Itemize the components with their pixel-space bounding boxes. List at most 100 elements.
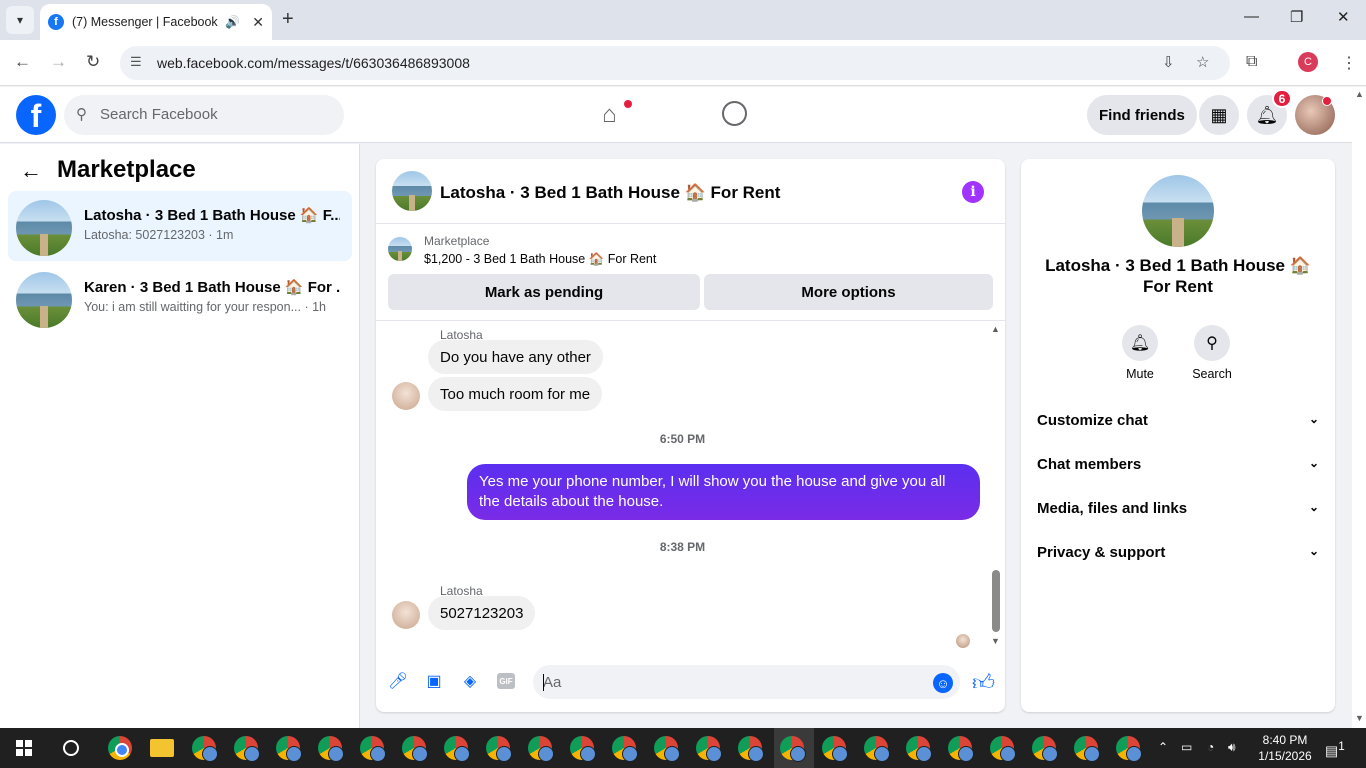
outgoing-message[interactable]: Yes me your phone number, I will show yo… [467, 464, 980, 520]
file-explorer-icon[interactable] [150, 739, 174, 757]
emoji-icon[interactable]: ☺ [933, 673, 953, 693]
microphone-icon[interactable]: 🎤︎ [388, 671, 408, 691]
chrome-profile-window-icon[interactable] [528, 736, 554, 762]
info-icon[interactable]: i [962, 181, 984, 203]
chrome-profile-window-icon[interactable] [696, 736, 722, 762]
close-window-button[interactable]: ✕ [1337, 8, 1350, 26]
chrome-profile-window-icon[interactable] [612, 736, 638, 762]
chat-listing-avatar[interactable] [392, 171, 432, 211]
chrome-profile-window-icon[interactable] [654, 736, 680, 762]
taskbar-clock[interactable]: 8:40 PM 1/15/2026 [1250, 732, 1320, 764]
chrome-profile-window-icon[interactable] [1074, 736, 1100, 762]
mark-as-pending-button[interactable]: Mark as pending [388, 274, 700, 310]
listing-title[interactable]: $1,200 - 3 Bed 1 Bath House 🏠 For Rent [424, 252, 656, 267]
chrome-profile-window-icon[interactable] [486, 736, 512, 762]
customize-chat-section[interactable]: Customize chat ⌄ [1029, 399, 1327, 443]
sender-avatar[interactable] [392, 382, 420, 410]
chat-title[interactable]: Latosha · 3 Bed 1 Bath House 🏠 For Rent [440, 183, 780, 203]
groups-icon[interactable] [722, 101, 747, 126]
scroll-down-arrow-icon[interactable]: ▼ [991, 636, 1000, 646]
back-arrow-icon[interactable]: ← [20, 158, 42, 184]
chrome-profile-window-icon[interactable] [780, 736, 806, 762]
chrome-taskbar-icon[interactable] [108, 736, 132, 760]
chrome-profile-window-icon[interactable] [990, 736, 1016, 762]
page-scrollbar[interactable]: ▲ ▼ [1352, 87, 1366, 728]
message-input[interactable]: Aa [533, 665, 960, 699]
thumbs-up-icon[interactable]: 👍︎ [972, 669, 995, 696]
install-app-icon[interactable]: ⇩ [1162, 53, 1175, 71]
chrome-profile-window-icon[interactable] [444, 736, 470, 762]
message-scrollbar[interactable]: ▲ ▼ [989, 322, 1001, 652]
restore-button[interactable]: ❐ [1290, 8, 1303, 26]
message-timestamp: 8:38 PM [659, 540, 706, 554]
sticker-icon[interactable]: ◈ [460, 671, 480, 691]
forward-button[interactable]: → [50, 52, 67, 72]
conversation-item-karen[interactable]: Karen · 3 Bed 1 Bath House 🏠 For ... You… [8, 263, 352, 333]
more-options-button[interactable]: More options [704, 274, 993, 310]
find-friends-button[interactable]: Find friends [1087, 95, 1197, 135]
taskbar-search-icon[interactable] [63, 740, 79, 756]
listing-large-avatar[interactable] [1142, 175, 1214, 247]
scroll-down-arrow-icon[interactable]: ▼ [1355, 713, 1364, 723]
scrollbar-thumb[interactable] [992, 570, 1000, 632]
tab-search-button[interactable]: ▾ [6, 6, 34, 34]
chat-members-section[interactable]: Chat members ⌄ [1029, 443, 1327, 487]
facebook-logo-icon[interactable]: f [16, 95, 56, 135]
chrome-profile-window-icon[interactable] [864, 736, 890, 762]
browser-menu-icon[interactable]: ⋮ [1341, 53, 1357, 73]
chrome-profile-window-icon[interactable] [906, 736, 932, 762]
chrome-profile-window-icon[interactable] [192, 736, 218, 762]
scroll-up-arrow-icon[interactable]: ▲ [1355, 89, 1364, 99]
notification-center-icon[interactable]: ▤1 [1325, 740, 1345, 760]
chrome-profile-window-icon[interactable] [1032, 736, 1058, 762]
chrome-profile-window-icon[interactable] [1116, 736, 1142, 762]
volume-icon[interactable]: 🔊︎ [1228, 740, 1236, 755]
speaker-icon[interactable]: 🔊 [225, 15, 240, 29]
privacy-support-section[interactable]: Privacy & support ⌄ [1029, 531, 1327, 575]
chrome-profile-window-icon[interactable] [360, 736, 386, 762]
mute-button[interactable]: 🔔︎ Mute [1110, 325, 1170, 381]
back-button[interactable]: ← [14, 52, 31, 72]
windows-start-icon[interactable] [16, 740, 32, 756]
sender-avatar[interactable] [392, 601, 420, 629]
tray-expand-icon[interactable]: ⌃ [1158, 740, 1168, 754]
new-tab-button[interactable]: + [282, 8, 294, 31]
chrome-profile-window-icon[interactable] [570, 736, 596, 762]
scroll-up-arrow-icon[interactable]: ▲ [991, 324, 1000, 334]
search-label: Search [1192, 367, 1232, 381]
reload-button[interactable]: ↻ [86, 52, 100, 72]
chrome-profile-window-icon[interactable] [948, 736, 974, 762]
search-conversation-button[interactable]: ⚲ Search [1182, 325, 1242, 381]
chrome-profile-window-icon[interactable] [402, 736, 428, 762]
extensions-icon[interactable]: ⧉ [1246, 53, 1257, 71]
gif-icon[interactable]: GIF [497, 673, 515, 689]
chrome-profile-window-icon[interactable] [318, 736, 344, 762]
account-notification-dot [1322, 96, 1332, 106]
address-bar[interactable]: ☰ web.facebook.com/messages/t/6630364868… [120, 46, 1230, 80]
media-files-links-section[interactable]: Media, files and links ⌄ [1029, 487, 1327, 531]
incoming-message[interactable]: 5027123203 [428, 596, 536, 630]
listing-thumbnail [16, 200, 72, 256]
chrome-profile-window-icon[interactable] [234, 736, 260, 762]
attach-photo-icon[interactable]: ▣ [424, 671, 444, 691]
chrome-profile-window-icon[interactable] [276, 736, 302, 762]
home-icon[interactable]: ⌂ [602, 101, 617, 129]
conversation-item-latosha[interactable]: Latosha · 3 Bed 1 Bath House 🏠 F... Lato… [8, 191, 352, 261]
close-tab-icon[interactable]: ✕ [252, 14, 264, 31]
chrome-profile-window-icon[interactable] [822, 736, 848, 762]
minimize-button[interactable]: — [1244, 8, 1259, 25]
facebook-search-input[interactable]: ⚲ Search Facebook [64, 95, 344, 135]
conversation-name: Karen · 3 Bed 1 Bath House 🏠 For ... [84, 279, 340, 296]
battery-icon[interactable]: ▭ [1181, 740, 1192, 754]
menu-grid-icon[interactable]: ▦ [1199, 95, 1239, 135]
browser-profile-avatar[interactable]: C [1298, 52, 1318, 72]
clock-date: 1/15/2026 [1258, 749, 1312, 763]
site-info-icon[interactable]: ☰ [130, 54, 142, 70]
wifi-icon[interactable]: ◔ [1207, 740, 1214, 754]
chrome-profile-window-icon[interactable] [738, 736, 764, 762]
incoming-message[interactable]: Too much room for me [428, 377, 603, 411]
browser-tab-messenger[interactable]: f (7) Messenger | Facebook 🔊 ✕ [40, 4, 272, 40]
bookmark-star-icon[interactable]: ☆ [1196, 53, 1209, 71]
conversation-preview: You: i am still waitting for your respon… [84, 300, 327, 314]
incoming-message[interactable]: Do you have any other [428, 340, 603, 374]
